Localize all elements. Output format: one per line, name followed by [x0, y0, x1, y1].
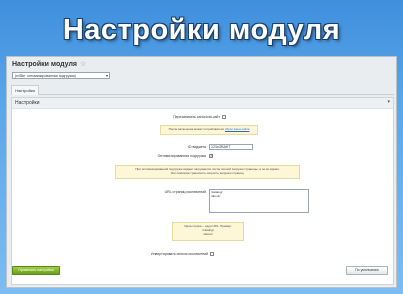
page-banner-title: Настройки модуля [62, 14, 341, 46]
reset-default-button[interactable]: По умолчанию [346, 266, 388, 275]
module-settings-window: Настройки модуля ☆ (mSite: оптимизированн… [6, 56, 397, 288]
hint-cache: После включения может потребоваться сбро… [160, 125, 258, 135]
chevron-down-icon: ▾ [105, 73, 108, 78]
section-title: Настройки [15, 100, 40, 106]
tab-strip: Настройки [11, 85, 394, 95]
clear-cache-link[interactable]: сброс кэша сайта [225, 127, 250, 131]
window-title: Настройки модуля ☆ [12, 60, 86, 68]
section-header[interactable]: Настройки ▾ [12, 98, 393, 109]
optimized-loading-checkbox[interactable]: ✓ [209, 154, 213, 158]
optimized-loading-label: Оптимизированная подгрузка [157, 154, 206, 158]
exclude-urls-label: URL страниц исключений [164, 190, 206, 194]
favorite-star-icon[interactable]: ☆ [80, 61, 86, 68]
exclude-urls-textarea[interactable]: /catalog/ /about/ [209, 189, 309, 213]
override-canonical-label: Перезаписать canonical-сайт [173, 115, 220, 119]
widget-id-input[interactable]: 123xOBAKT [209, 144, 253, 150]
invert-exclusions-label: Инвертировать список исключений [151, 252, 208, 256]
settings-panel: Настройки ▾ Перезаписать canonical-сайт … [11, 97, 394, 285]
hint-urls: Одна строка – один URL. Пример: /catalog… [172, 222, 244, 241]
window-title-text: Настройки модуля [12, 61, 78, 68]
hint-urls-line3: /about/ [203, 232, 213, 236]
hint-cache-text: После включения может потребоваться [168, 127, 225, 131]
chevron-down-icon[interactable]: ▾ [387, 99, 390, 105]
widget-id-label: ID виджета [187, 145, 206, 149]
tab-settings[interactable]: Настройки [11, 85, 39, 95]
invert-exclusions-checkbox[interactable] [210, 252, 214, 256]
hint-optimized: При оптимизированной подгрузке виджет за… [115, 165, 300, 179]
hint-optimized-line2: Это позволяет увеличить скорость загрузк… [170, 171, 245, 175]
override-canonical-checkbox[interactable] [222, 115, 226, 119]
site-select-value: (mSite: оптимизированная подгрузка) [15, 74, 76, 78]
apply-settings-button[interactable]: Применить настройки [12, 266, 60, 275]
site-select[interactable]: (mSite: оптимизированная подгрузка) ▾ [12, 72, 110, 79]
